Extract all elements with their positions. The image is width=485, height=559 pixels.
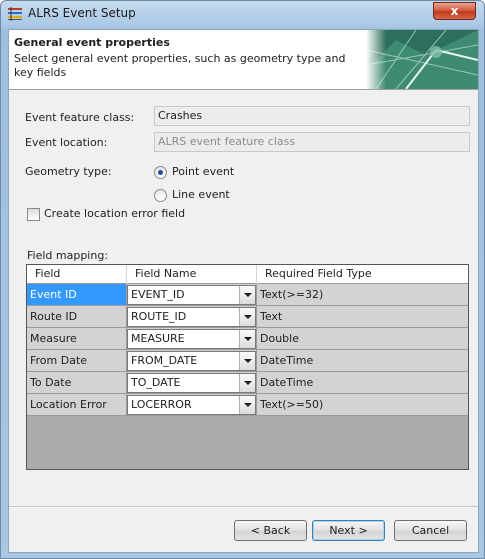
field-name-dropdown[interactable]: EVENT_ID [127, 285, 256, 305]
radio-selected-dot [158, 170, 163, 175]
create-location-error-checkbox[interactable] [27, 208, 40, 221]
column-header-field-name[interactable]: Field Name [127, 265, 257, 284]
wizard-header: General event properties Select general … [9, 30, 478, 90]
required-type-cell: DateTime [257, 350, 468, 372]
field-cell[interactable]: Location Error [27, 394, 127, 416]
grid-header: Field Field Name Required Field Type [27, 265, 468, 284]
table-row[interactable]: From Date FROM_DATE DateTime [27, 350, 468, 372]
required-type-cell: Text(>=50) [257, 394, 468, 416]
field-mapping-label: Field mapping: [27, 249, 109, 262]
column-header-required-type[interactable]: Required Field Type [257, 265, 468, 284]
dialog-body: General event properties Select general … [8, 29, 479, 553]
field-name-dropdown[interactable]: FROM_DATE [127, 351, 256, 371]
field-cell[interactable]: Measure [27, 328, 127, 350]
table-row[interactable]: Event ID EVENT_ID Text(>=32) [27, 284, 468, 306]
back-button[interactable]: < Back [234, 520, 307, 541]
header-description: Select general event properties, such as… [14, 52, 346, 79]
field-name-value: LOCERROR [131, 398, 192, 411]
field-name-dropdown[interactable]: LOCERROR [127, 395, 256, 415]
field-mapping-grid: Field Field Name Required Field Type Eve… [26, 264, 469, 470]
chevron-down-icon [244, 359, 252, 363]
field-name-value: EVENT_ID [131, 288, 185, 301]
required-type-cell: Double [257, 328, 468, 350]
required-type-cell: Text(>=32) [257, 284, 468, 306]
dropdown-button[interactable] [239, 352, 255, 370]
dropdown-button[interactable] [239, 308, 255, 326]
footer-divider [9, 506, 478, 507]
field-name-cell[interactable]: ROUTE_ID [127, 306, 257, 328]
chevron-down-icon [244, 293, 252, 297]
dropdown-button[interactable] [239, 286, 255, 304]
required-type-cell: Text [257, 306, 468, 328]
map-banner-image [366, 30, 478, 89]
dropdown-button[interactable] [239, 330, 255, 348]
field-name-value: FROM_DATE [131, 354, 198, 367]
table-row[interactable]: To Date TO_DATE DateTime [27, 372, 468, 394]
title-bar[interactable]: ALRS Event Setup x [1, 1, 484, 28]
column-header-field[interactable]: Field [27, 265, 127, 284]
field-cell[interactable]: To Date [27, 372, 127, 394]
table-row[interactable]: Location Error LOCERROR Text(>=50) [27, 394, 468, 416]
close-icon: x [450, 4, 459, 18]
field-name-cell[interactable]: EVENT_ID [127, 284, 257, 306]
required-type-cell: DateTime [257, 372, 468, 394]
cancel-button[interactable]: Cancel [394, 520, 467, 541]
chevron-down-icon [244, 337, 252, 341]
chevron-down-icon [244, 315, 252, 319]
field-name-dropdown[interactable]: ROUTE_ID [127, 307, 256, 327]
line-event-radio[interactable] [154, 189, 167, 202]
event-location-label: Event location: [25, 136, 108, 149]
header-title: General event properties [14, 36, 170, 49]
field-cell[interactable]: From Date [27, 350, 127, 372]
field-name-cell[interactable]: LOCERROR [127, 394, 257, 416]
create-location-error-label[interactable]: Create location error field [44, 207, 185, 220]
field-name-cell[interactable]: MEASURE [127, 328, 257, 350]
field-name-cell[interactable]: FROM_DATE [127, 350, 257, 372]
chevron-down-icon [244, 403, 252, 407]
field-name-dropdown[interactable]: TO_DATE [127, 373, 256, 393]
field-name-value: ROUTE_ID [131, 310, 187, 323]
line-event-label[interactable]: Line event [172, 188, 230, 201]
event-feature-class-label: Event feature class: [25, 111, 135, 124]
field-name-value: MEASURE [131, 332, 185, 345]
next-button[interactable]: Next > [312, 520, 385, 541]
event-feature-class-field[interactable]: Crashes [154, 106, 470, 126]
geometry-type-label: Geometry type: [25, 165, 112, 178]
field-cell[interactable]: Route ID [27, 306, 127, 328]
dropdown-button[interactable] [239, 374, 255, 392]
field-cell[interactable]: Event ID [27, 284, 127, 306]
point-event-radio[interactable] [154, 166, 167, 179]
app-icon [8, 7, 22, 21]
close-button[interactable]: x [433, 2, 476, 20]
dropdown-button[interactable] [239, 396, 255, 414]
chevron-down-icon [244, 381, 252, 385]
window-title: ALRS Event Setup [28, 6, 136, 20]
field-name-dropdown[interactable]: MEASURE [127, 329, 256, 349]
field-name-value: TO_DATE [131, 376, 181, 389]
table-row[interactable]: Measure MEASURE Double [27, 328, 468, 350]
field-name-cell[interactable]: TO_DATE [127, 372, 257, 394]
event-location-field[interactable]: ALRS event feature class [154, 132, 470, 152]
table-row[interactable]: Route ID ROUTE_ID Text [27, 306, 468, 328]
dialog-window: ALRS Event Setup x General event propert… [0, 0, 485, 559]
point-event-label[interactable]: Point event [172, 165, 234, 178]
